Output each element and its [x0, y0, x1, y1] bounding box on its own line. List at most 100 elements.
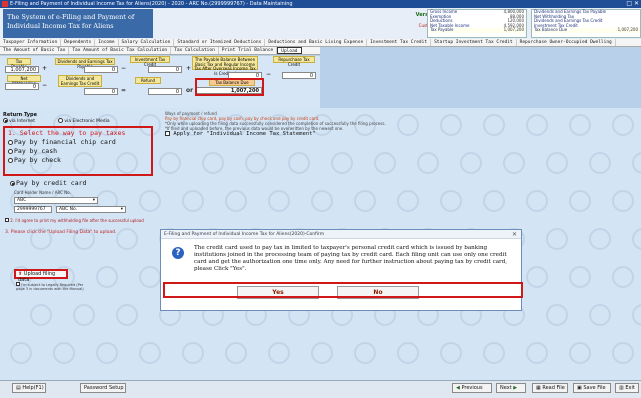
invest-credit-label: Investment Tax Credit	[130, 56, 170, 66]
watermark-seal	[589, 304, 611, 326]
minus-op-3: −	[42, 82, 48, 89]
next-button[interactable]: Next ▶	[496, 383, 526, 393]
arc-no-field[interactable]: 2999999767	[14, 206, 52, 213]
window-controls[interactable]: □ ✕	[626, 0, 639, 8]
menu-tab[interactable]: Taxpayer Information	[0, 39, 62, 46]
cash-radio[interactable]	[8, 148, 13, 154]
menu-tab[interactable]: Print Trial Balance	[219, 47, 278, 54]
sub-menu: The Amount of Basic Tax Tax Amount of Bas…	[0, 47, 320, 55]
watermark-seal	[569, 190, 591, 212]
watermark-seal	[612, 342, 634, 364]
agree-text: I'm subject to Legally Required (Per pag…	[16, 283, 84, 291]
agree-checkbox[interactable]	[16, 282, 20, 286]
minus-op: −	[121, 65, 127, 72]
watermark-seal	[483, 342, 505, 364]
watermark-seal	[483, 114, 505, 136]
return-type-group: via Internet via Electronic Media	[3, 118, 110, 124]
net-withholding-value: 0	[5, 83, 39, 90]
plus-op: +	[42, 65, 48, 72]
upload-filing-button[interactable]: ⬆ Upload filing data	[14, 269, 68, 283]
menu-tab[interactable]: Deductions and Basic Living Expense	[265, 39, 368, 46]
payable-diff-label: The Payable Balance Between Basic Tax an…	[192, 56, 258, 75]
watermark-seal	[440, 190, 462, 212]
watermark-seal	[96, 342, 118, 364]
via-media-label: via Electronic Media	[64, 119, 110, 124]
watermark-seal	[526, 114, 548, 136]
income-summary-value: 1,007,200	[503, 27, 524, 32]
exit-button[interactable]: ▥ Exit	[615, 383, 639, 393]
menu-tab[interactable]: Standard or Itemized Deductions	[174, 39, 266, 46]
chip-radio[interactable]	[8, 139, 13, 145]
watermark-seal	[268, 342, 290, 364]
watermark-seal	[202, 152, 224, 174]
watermark-seal	[268, 190, 290, 212]
menu-tab[interactable]: Income	[95, 39, 119, 46]
via-media-radio[interactable]	[58, 118, 64, 123]
watermark-seal	[632, 304, 641, 326]
save-file-button[interactable]: ▣ Save File	[573, 383, 611, 393]
help-button[interactable]: ▤ Help(F1)	[12, 383, 46, 393]
password-setup-button[interactable]: Password Setup	[80, 383, 126, 393]
div-credit-value: 0	[84, 88, 118, 95]
watermark-seal	[288, 152, 310, 174]
menu-tab[interactable]: Repurchase Owner-Occupied Dwelling	[517, 39, 616, 46]
menu-tab[interactable]: Investment Tax Credit	[367, 39, 432, 46]
watermark-seal	[612, 266, 634, 288]
menu-tab[interactable]: Dependents	[61, 39, 96, 46]
check-radio[interactable]	[8, 157, 13, 163]
step2-note: 2. I'd agree to print my withholding fil…	[5, 218, 155, 223]
income-summary-row: Tax Payable 1,007,200	[428, 27, 526, 33]
menu-tab[interactable]: Salary Calculation	[119, 39, 175, 46]
apply-label: Apply for "Individual Income Tax Stateme…	[173, 131, 316, 137]
watermark-seal	[331, 152, 353, 174]
watermark-seal	[569, 114, 591, 136]
menu-tab[interactable]: Tax Amount of Basic Tax Calculation	[69, 47, 172, 54]
watermark-seal	[526, 266, 548, 288]
opt-chip[interactable]: Pay by financial chip card	[8, 138, 148, 147]
dialog-title: E-Filing and Payment of Individual Incom…	[164, 232, 325, 237]
watermark-seal	[503, 152, 525, 174]
arc-name-value: ABC No.	[59, 207, 78, 212]
opt-check[interactable]: Pay by check	[8, 156, 148, 165]
card-owner-label: Card Holder Name / ARC No.	[14, 190, 71, 195]
opt-cash[interactable]: Pay by cash	[8, 147, 148, 156]
dialog-close-icon[interactable]: ✕	[512, 230, 517, 239]
arrow-left-icon: ◀	[456, 385, 460, 391]
dividend-summary-row: Tax Balance Due 1,007,200	[532, 27, 640, 33]
cash-label: Pay by cash	[14, 147, 58, 155]
watermark-seal	[526, 190, 548, 212]
credit-radio[interactable]	[10, 180, 15, 186]
watermark-seal	[10, 342, 32, 364]
apply-checkbox[interactable]	[165, 131, 170, 136]
apply-statement[interactable]: Apply for "Individual Income Tax Stateme…	[165, 131, 415, 138]
repurchase-label: Repurchase Tax Credit	[273, 56, 315, 66]
watermark-seal	[417, 152, 439, 174]
watermark-seal	[397, 190, 419, 212]
arc-name-select[interactable]: ABC No. ▾	[56, 206, 126, 213]
step3-note: 3. Please click the "Upload Filing Data"…	[5, 230, 117, 235]
watermark-seal	[225, 342, 247, 364]
card-name-select[interactable]: ABC ▾	[14, 197, 98, 204]
menu-tab[interactable]: Upload	[277, 47, 302, 54]
via-internet-radio[interactable]	[3, 118, 8, 123]
dialog-message: The credit card used to pay tax in limit…	[194, 245, 508, 272]
read-file-button[interactable]: ▦ Read File	[532, 383, 568, 393]
opt-credit[interactable]: Pay by credit card	[10, 179, 86, 188]
select-way-heading: 1. Select the way to pay taxes	[8, 129, 126, 137]
chevron-down-icon: ▾	[92, 198, 95, 203]
div-payable-value: 0	[84, 66, 118, 73]
credit-label: Pay by credit card	[16, 179, 87, 187]
menu-tab[interactable]: Tax Calculation	[171, 47, 219, 54]
menu-tab[interactable]: The Amount of Basic Tax	[0, 47, 70, 54]
watermark-seal	[225, 190, 247, 212]
previous-button[interactable]: ◀ Previous	[452, 383, 492, 393]
help-label: Help(F1)	[22, 385, 44, 391]
step2-checkbox[interactable]	[5, 218, 9, 222]
watermark-seal	[311, 342, 333, 364]
watermark-seal	[354, 190, 376, 212]
menu-tab[interactable]: Startup Investment Tax Credit	[431, 39, 517, 46]
exit-icon: ▥	[619, 385, 624, 391]
watermark-seal	[96, 266, 118, 288]
income-summary: Gross Income 4,800,000 Exemption 88,000 Dedu…	[427, 9, 527, 38]
chevron-down-icon-2: ▾	[120, 207, 123, 212]
